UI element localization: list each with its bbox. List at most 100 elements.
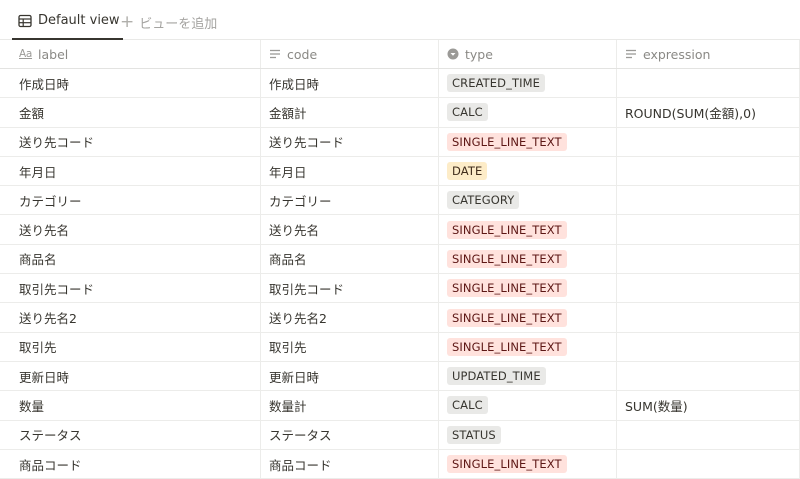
label-text: ステータス bbox=[19, 428, 82, 444]
column-header-code[interactable]: code bbox=[261, 40, 439, 68]
table-row[interactable]: 数量 数量計 CALC SUM(数量) bbox=[0, 391, 800, 421]
code-cell[interactable]: 送り先名 bbox=[261, 215, 439, 244]
database-table: Aa label code type expression 作成日時 作成日時 CR… bbox=[0, 40, 800, 479]
expression-cell[interactable]: SUM(数量) bbox=[617, 391, 800, 420]
type-tag: SINGLE_LINE_TEXT bbox=[447, 220, 567, 239]
label-text: 商品名 bbox=[19, 252, 57, 268]
expression-cell[interactable] bbox=[617, 274, 800, 303]
type-cell[interactable]: CALC bbox=[439, 391, 617, 420]
column-header-expression[interactable]: expression bbox=[617, 40, 800, 68]
label-cell[interactable]: ステータス bbox=[11, 420, 261, 449]
table-row[interactable]: 作成日時 作成日時 CREATED_TIME bbox=[0, 69, 800, 99]
label-cell[interactable]: 送り先名 bbox=[11, 215, 261, 244]
label-cell[interactable]: 年月日 bbox=[11, 156, 261, 186]
code-cell[interactable]: 取引先コード bbox=[261, 274, 439, 303]
expression-cell[interactable] bbox=[617, 156, 800, 186]
table-row[interactable]: 商品コード 商品コード SINGLE_LINE_TEXT bbox=[0, 449, 800, 479]
code-text: 送り先コード bbox=[269, 135, 345, 151]
expression-cell[interactable] bbox=[617, 69, 800, 98]
plus-icon: + bbox=[120, 11, 135, 32]
expression-cell[interactable] bbox=[617, 127, 800, 156]
type-cell[interactable]: SINGLE_LINE_TEXT bbox=[439, 303, 617, 332]
label-cell[interactable]: 数量 bbox=[11, 391, 261, 420]
type-cell[interactable]: SINGLE_LINE_TEXT bbox=[439, 332, 617, 361]
type-cell[interactable]: SINGLE_LINE_TEXT bbox=[439, 127, 617, 156]
label-text: 送り先名2 bbox=[19, 311, 77, 327]
view-tab-default[interactable]: Default view bbox=[12, 7, 123, 40]
code-cell[interactable]: 商品コード bbox=[261, 449, 439, 479]
table-row[interactable]: 送り先名 送り先名 SINGLE_LINE_TEXT bbox=[0, 215, 800, 245]
code-text: 取引先 bbox=[269, 340, 307, 356]
expression-cell[interactable]: ROUND(SUM(金額),0) bbox=[617, 98, 800, 127]
type-cell[interactable]: SINGLE_LINE_TEXT bbox=[439, 274, 617, 303]
expression-cell[interactable] bbox=[617, 449, 800, 479]
table-row[interactable]: 取引先コード 取引先コード SINGLE_LINE_TEXT bbox=[0, 274, 800, 304]
code-cell[interactable]: 年月日 bbox=[261, 156, 439, 186]
text-lines-icon bbox=[269, 48, 281, 60]
type-tag: STATUS bbox=[447, 425, 501, 444]
label-cell[interactable]: 取引先コード bbox=[11, 274, 261, 303]
label-cell[interactable]: 金額 bbox=[11, 98, 261, 127]
table-row[interactable]: 更新日時 更新日時 UPDATED_TIME bbox=[0, 361, 800, 392]
column-header-type[interactable]: type bbox=[439, 40, 617, 68]
expression-cell[interactable] bbox=[617, 244, 800, 274]
code-text: 作成日時 bbox=[269, 76, 320, 92]
code-cell[interactable]: 取引先 bbox=[261, 332, 439, 361]
type-tag: SINGLE_LINE_TEXT bbox=[447, 132, 567, 151]
type-cell[interactable]: SINGLE_LINE_TEXT bbox=[439, 215, 617, 244]
table-row[interactable]: 金額 金額計 CALC ROUND(SUM(金額),0) bbox=[0, 98, 800, 128]
expression-cell[interactable] bbox=[617, 186, 800, 215]
type-cell[interactable]: STATUS bbox=[439, 420, 617, 449]
type-cell[interactable]: CATEGORY bbox=[439, 186, 617, 215]
add-view-button[interactable]: + ビューを追加 bbox=[120, 9, 217, 35]
type-tag: UPDATED_TIME bbox=[447, 367, 546, 386]
column-header-text: label bbox=[38, 46, 69, 62]
label-cell[interactable]: 商品コード bbox=[11, 449, 261, 479]
type-tag: CALC bbox=[447, 103, 488, 122]
label-cell[interactable]: 商品名 bbox=[11, 244, 261, 274]
expression-cell[interactable] bbox=[617, 332, 800, 361]
code-cell[interactable]: 作成日時 bbox=[261, 69, 439, 98]
code-cell[interactable]: 送り先コード bbox=[261, 127, 439, 156]
label-cell[interactable]: 送り先コード bbox=[11, 127, 261, 156]
code-text: 数量計 bbox=[269, 398, 307, 414]
label-cell[interactable]: カテゴリー bbox=[11, 186, 261, 215]
type-tag: SINGLE_LINE_TEXT bbox=[447, 279, 567, 298]
label-cell[interactable]: 作成日時 bbox=[11, 69, 261, 98]
type-cell[interactable]: SINGLE_LINE_TEXT bbox=[439, 449, 617, 479]
code-cell[interactable]: 送り先名2 bbox=[261, 303, 439, 332]
code-cell[interactable]: 数量計 bbox=[261, 391, 439, 420]
code-cell[interactable]: 金額計 bbox=[261, 98, 439, 127]
type-cell[interactable]: DATE bbox=[439, 156, 617, 186]
table-row[interactable]: ステータス ステータス STATUS bbox=[0, 420, 800, 450]
code-text: カテゴリー bbox=[269, 193, 332, 209]
table-row[interactable]: 商品名 商品名 SINGLE_LINE_TEXT bbox=[0, 244, 800, 275]
label-cell[interactable]: 取引先 bbox=[11, 332, 261, 361]
expression-cell[interactable] bbox=[617, 361, 800, 391]
code-cell[interactable]: 更新日時 bbox=[261, 361, 439, 391]
table-header: Aa label code type expression bbox=[0, 40, 800, 69]
label-cell[interactable]: 送り先名2 bbox=[11, 303, 261, 332]
text-lines-icon bbox=[625, 48, 637, 60]
table-row[interactable]: 年月日 年月日 DATE bbox=[0, 156, 800, 187]
expression-cell[interactable] bbox=[617, 303, 800, 332]
code-text: 送り先名2 bbox=[269, 311, 327, 327]
code-cell[interactable]: ステータス bbox=[261, 420, 439, 449]
label-cell[interactable]: 更新日時 bbox=[11, 361, 261, 391]
table-row[interactable]: 送り先名2 送り先名2 SINGLE_LINE_TEXT bbox=[0, 303, 800, 333]
expression-cell[interactable] bbox=[617, 215, 800, 244]
column-header-text: type bbox=[465, 46, 493, 62]
column-header-text: expression bbox=[643, 46, 711, 62]
type-cell[interactable]: CREATED_TIME bbox=[439, 69, 617, 98]
table-row[interactable]: 送り先コード 送り先コード SINGLE_LINE_TEXT bbox=[0, 127, 800, 157]
column-header-label[interactable]: Aa label bbox=[11, 40, 261, 68]
expression-text: ROUND(SUM(金額),0) bbox=[625, 105, 756, 121]
type-cell[interactable]: UPDATED_TIME bbox=[439, 361, 617, 391]
code-cell[interactable]: 商品名 bbox=[261, 244, 439, 274]
table-row[interactable]: 取引先 取引先 SINGLE_LINE_TEXT bbox=[0, 332, 800, 362]
table-row[interactable]: カテゴリー カテゴリー CATEGORY bbox=[0, 186, 800, 216]
expression-cell[interactable] bbox=[617, 420, 800, 449]
type-cell[interactable]: SINGLE_LINE_TEXT bbox=[439, 244, 617, 274]
code-cell[interactable]: カテゴリー bbox=[261, 186, 439, 215]
type-cell[interactable]: CALC bbox=[439, 98, 617, 127]
